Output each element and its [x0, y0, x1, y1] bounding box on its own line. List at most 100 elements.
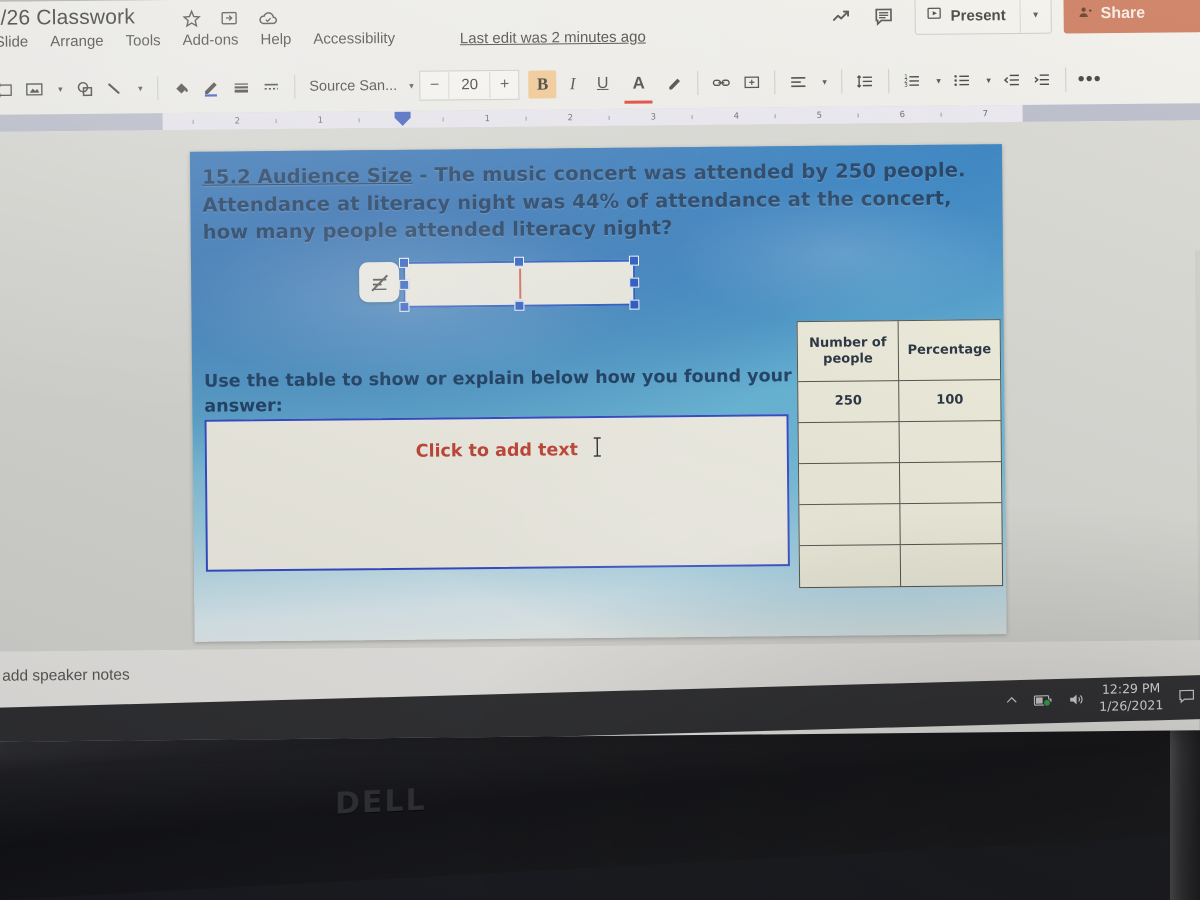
present-button-main[interactable]: Present — [915, 0, 1019, 34]
font-family-selector[interactable]: Source San... ▾ — [309, 78, 414, 95]
present-label: Present — [950, 6, 1006, 25]
star-icon[interactable] — [182, 9, 202, 29]
ruler-label-7: 7 — [982, 109, 989, 120]
battery-icon[interactable] — [1033, 693, 1053, 708]
font-size-stepper[interactable]: − 20 + — [419, 69, 520, 101]
speaker-notes-placeholder: to add speaker notes — [0, 666, 130, 685]
table-cell-r4c2[interactable] — [900, 503, 1002, 546]
insert-image-caret-icon[interactable]: ▾ — [51, 72, 69, 106]
strikethrough-format-icon[interactable] — [358, 261, 400, 303]
table-cell-r3c2[interactable] — [899, 462, 1002, 505]
decrease-indent-icon[interactable] — [998, 63, 1028, 97]
toolbar-divider-7 — [1065, 67, 1067, 92]
placeholder-label: Click to add text — [415, 440, 579, 462]
line-spacing-icon[interactable] — [851, 64, 881, 98]
numbered-list-icon[interactable]: 123 — [898, 64, 928, 98]
document-title[interactable]: 1/26 Classwork — [0, 5, 135, 30]
ruler-label-5: 5 — [816, 110, 823, 121]
menu-item-slide[interactable]: Slide — [0, 33, 28, 50]
table-cell-r4c1[interactable] — [799, 504, 901, 547]
volume-icon[interactable] — [1067, 690, 1085, 708]
table-cell-r3c1[interactable] — [798, 463, 901, 506]
pen-color-icon[interactable] — [196, 71, 226, 105]
font-size-value[interactable]: 20 — [448, 72, 491, 99]
indent-marker-icon[interactable] — [393, 111, 413, 127]
menu-item-add-ons[interactable]: Add-ons — [183, 31, 239, 49]
numbered-list-caret-icon[interactable]: ▾ — [930, 64, 948, 98]
present-play-icon — [926, 5, 943, 27]
taskbar-clock[interactable]: 12:29 PM 1/26/2021 — [1099, 680, 1163, 715]
table-cell-r1c2[interactable]: 100 — [899, 380, 1001, 423]
taskbar-time: 12:29 PM — [1101, 680, 1161, 697]
text-color-button[interactable]: A — [624, 66, 654, 100]
dell-brand-logo: DELL — [335, 782, 427, 822]
table-header-percentage: Percentage — [898, 320, 1001, 382]
insert-image-icon[interactable] — [19, 72, 49, 106]
more-options-icon[interactable]: ••• — [1074, 62, 1104, 96]
present-button[interactable]: Present ▾ — [914, 0, 1052, 35]
font-size-decrease-button[interactable]: − — [421, 72, 449, 98]
menu-item-tools[interactable]: Tools — [126, 32, 161, 49]
shape-icon[interactable] — [69, 72, 99, 106]
underline-button[interactable]: U — [588, 67, 618, 101]
laptop-photo: DELL 1/26 Classwork Slide Arrange Tools — [0, 0, 1200, 900]
cloud-saved-icon[interactable] — [258, 8, 278, 28]
current-slide[interactable]: 15.2 Audience Size - The music concert w… — [189, 144, 1007, 642]
slide-question-text[interactable]: 15.2 Audience Size - The music concert w… — [202, 156, 993, 247]
font-size-increase-button[interactable]: + — [491, 72, 519, 98]
resize-handle-sw[interactable] — [399, 301, 410, 312]
present-dropdown-caret-icon[interactable]: ▾ — [1019, 0, 1051, 33]
slide-canvas-area[interactable]: 15.2 Audience Size - The music concert w… — [0, 120, 1200, 742]
increase-indent-icon[interactable] — [1028, 63, 1058, 97]
i-beam-cursor — [592, 436, 603, 458]
bold-button[interactable]: B — [528, 67, 558, 101]
menu-item-help[interactable]: Help — [260, 31, 291, 48]
table-cell-r2c1[interactable] — [798, 422, 900, 465]
resize-handle-nw[interactable] — [398, 257, 410, 268]
highlight-pen-icon[interactable] — [660, 66, 690, 100]
resize-handle-ne[interactable] — [628, 255, 640, 266]
laptop-screen: 1/26 Classwork Slide Arrange Tools Add-o… — [0, 0, 1200, 742]
show-hidden-icons-chevron[interactable] — [1004, 693, 1019, 708]
share-button[interactable]: Share — [1063, 0, 1200, 34]
bulleted-list-caret-icon[interactable]: ▾ — [980, 63, 998, 97]
resize-handle-e[interactable] — [629, 277, 640, 288]
italic-button[interactable]: I — [558, 67, 588, 101]
border-dash-icon[interactable] — [256, 70, 286, 104]
comment-icon[interactable] — [862, 0, 904, 39]
align-icon[interactable] — [784, 65, 814, 99]
border-weight-icon[interactable] — [226, 70, 256, 104]
taskbar-date: 1/26/2021 — [1099, 697, 1164, 714]
line-caret-icon[interactable]: ▾ — [131, 71, 149, 105]
question-title: 15.2 Audience Size — [202, 163, 413, 189]
table-cell-r2c2[interactable] — [899, 421, 1001, 464]
add-comment-icon[interactable] — [737, 65, 767, 99]
system-tray: 12:29 PM 1/26/2021 — [1004, 679, 1196, 718]
resize-handle-se[interactable] — [629, 299, 640, 310]
resize-handle-s[interactable] — [514, 300, 525, 311]
header-right-group: Present ▾ Share — [820, 0, 1200, 40]
line-icon[interactable] — [99, 71, 129, 105]
answer-textbox[interactable] — [398, 255, 640, 312]
menu-item-arrange[interactable]: Arrange — [50, 33, 104, 51]
text-box-icon[interactable] — [0, 73, 19, 107]
notifications-icon[interactable] — [1177, 687, 1196, 707]
answer-table[interactable]: Number of people Percentage 250 100 — [796, 319, 1004, 589]
insert-link-icon[interactable] — [707, 66, 737, 100]
align-caret-icon[interactable]: ▾ — [816, 65, 834, 99]
menu-item-accessibility[interactable]: Accessibility — [313, 30, 395, 48]
click-to-add-text-placeholder[interactable]: Click to add text — [204, 414, 790, 572]
table-cell-r1c1[interactable]: 250 — [798, 381, 900, 424]
last-edit-status[interactable]: Last edit was 2 minutes ago — [460, 29, 646, 48]
table-cell-r5c2[interactable] — [901, 544, 1002, 586]
trending-up-icon[interactable] — [820, 0, 862, 40]
ruler-label-2: 2 — [567, 113, 574, 124]
bulleted-list-icon[interactable] — [948, 63, 978, 97]
share-person-icon — [1078, 4, 1094, 25]
resize-handle-n[interactable] — [513, 256, 525, 267]
move-to-folder-icon[interactable] — [220, 8, 240, 28]
fill-color-icon[interactable] — [166, 71, 196, 105]
resize-handle-w[interactable] — [399, 279, 410, 290]
slide-instruction-text[interactable]: Use the table to show or explain below h… — [204, 364, 804, 421]
table-cell-r5c1[interactable] — [799, 545, 902, 588]
